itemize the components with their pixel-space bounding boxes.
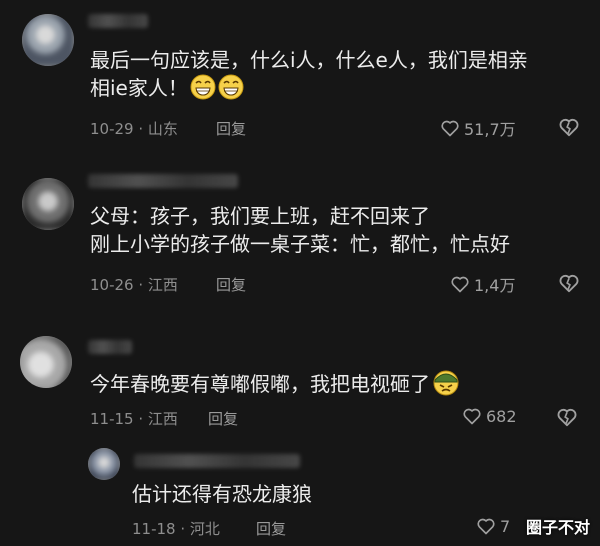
grin-icon xyxy=(190,74,216,107)
heart-icon xyxy=(451,276,469,293)
username[interactable] xyxy=(134,454,300,468)
comment-item: 今年春晚要有尊嘟假嘟，我把电视砸了 11-15 · 江西 回复 682 xyxy=(0,330,600,440)
comment-item: 父母：孩子，我们要上班，赶不回来了 刚上小学的孩子做一桌子菜：忙，都忙，忙点好 … xyxy=(0,150,600,310)
broken-heart-icon xyxy=(557,408,577,427)
comment-text-line: 刚上小学的孩子做一桌子菜：忙，都忙，忙点好 xyxy=(90,232,510,256)
comment-text: 父母：孩子，我们要上班，赶不回来了 刚上小学的孩子做一桌子菜：忙，都忙，忙点好 xyxy=(90,202,510,258)
like-count: 51,7万 xyxy=(464,120,516,139)
reply-button[interactable]: 回复 xyxy=(216,118,246,139)
comment-item: 最后一句应该是，什么i人，什么e人，我们是相亲 相ie家人！ 10-29 · 山… xyxy=(0,0,600,150)
username[interactable] xyxy=(88,340,132,354)
broken-heart-icon xyxy=(559,274,579,293)
like-count: 7 xyxy=(500,516,511,536)
like-button[interactable]: 7 xyxy=(476,516,510,536)
like-count: 1,4万 xyxy=(474,276,516,295)
watermark: 圈子不对 xyxy=(525,518,590,537)
like-button[interactable]: 51,7万 xyxy=(440,116,516,140)
comment-date-location: 11-18 · 河北 xyxy=(132,520,220,538)
reply-button[interactable]: 回复 xyxy=(256,518,286,539)
username[interactable] xyxy=(88,174,238,188)
comment-text: 最后一句应该是，什么i人，什么e人，我们是相亲 相ie家人！ xyxy=(90,46,528,107)
dislike-button[interactable] xyxy=(558,272,580,298)
comment-text: 估计还得有恐龙康狼 xyxy=(132,480,312,508)
comment-date-location: 10-26 · 江西 xyxy=(90,276,178,294)
grin-icon xyxy=(218,74,244,107)
comment-date-location: 10-29 · 山东 xyxy=(90,120,178,138)
dislike-button[interactable] xyxy=(558,116,580,142)
comment-text-line: 相ie家人！ xyxy=(90,74,528,107)
comment-text-line: 今年春晚要有尊嘟假嘟，我把电视砸了 xyxy=(90,368,460,403)
like-button[interactable]: 1,4万 xyxy=(450,272,515,296)
heart-icon xyxy=(463,408,481,425)
avatar[interactable] xyxy=(20,336,72,388)
avatar[interactable] xyxy=(88,448,120,480)
reply-item: 估计还得有恐龙康狼 11-18 · 河北 回复 7 xyxy=(0,440,600,546)
comment-text-line: 最后一句应该是，什么i人，什么e人，我们是相亲 xyxy=(90,48,528,72)
like-button[interactable]: 682 xyxy=(462,406,517,426)
avatar[interactable] xyxy=(22,14,74,66)
heart-icon xyxy=(441,120,459,137)
reply-button[interactable]: 回复 xyxy=(208,408,238,429)
broken-heart-icon xyxy=(559,118,579,137)
comment-text: 今年春晚要有尊嘟假嘟，我把电视砸了 xyxy=(90,368,460,403)
comment-date-location: 11-15 · 江西 xyxy=(90,410,178,428)
comment-list: 最后一句应该是，什么i人，什么e人，我们是相亲 相ie家人！ 10-29 · 山… xyxy=(0,0,600,546)
comment-text-line: 估计还得有恐龙康狼 xyxy=(132,482,312,506)
dislike-button[interactable] xyxy=(556,406,578,432)
comment-text-line: 父母：孩子，我们要上班，赶不回来了 xyxy=(90,204,430,228)
username[interactable] xyxy=(88,14,148,28)
reply-button[interactable]: 回复 xyxy=(216,274,246,295)
like-count: 682 xyxy=(486,406,517,426)
avatar[interactable] xyxy=(22,178,74,230)
angry-soldier-icon xyxy=(432,368,460,403)
heart-icon xyxy=(477,518,495,535)
